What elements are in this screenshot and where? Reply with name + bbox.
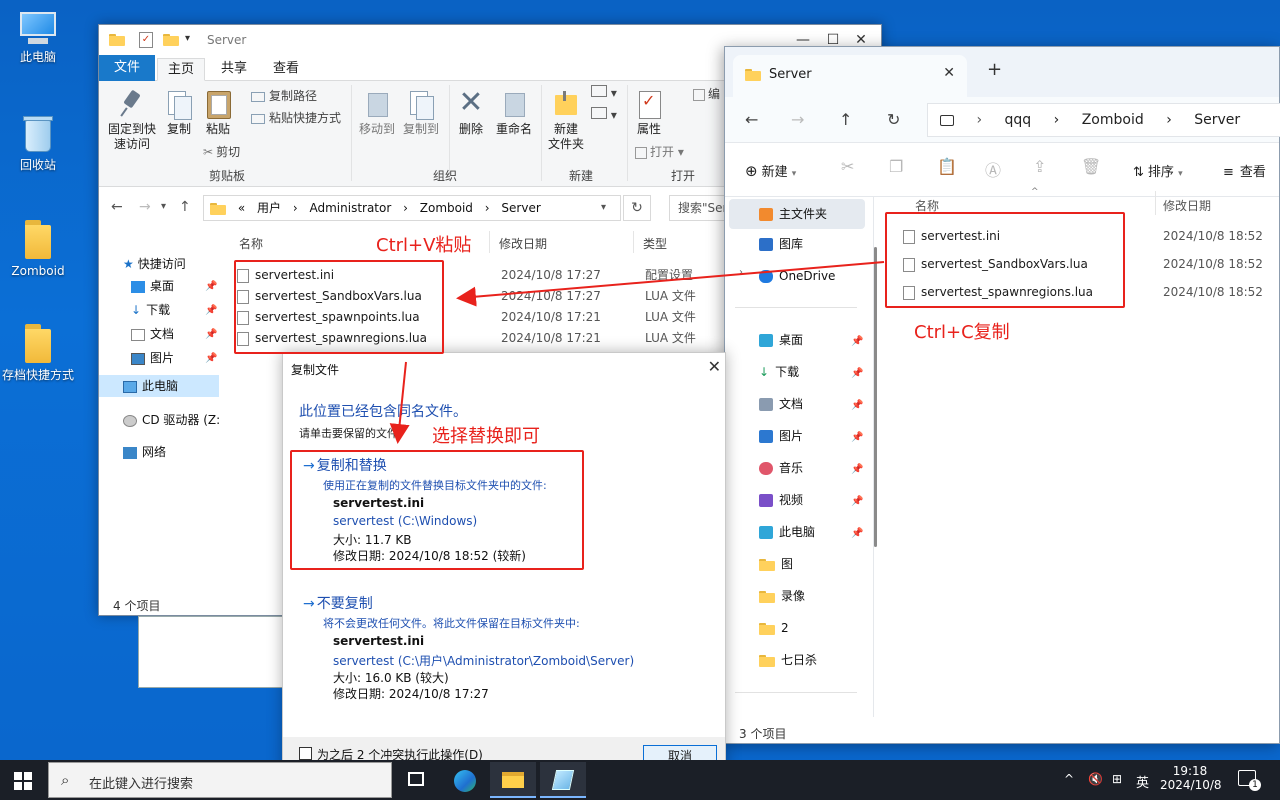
search-placeholder: 在此键入进行搜索 <box>89 777 194 792</box>
clock-time: 19:18 <box>1172 764 1208 778</box>
file-explorer-button[interactable] <box>490 762 536 798</box>
notification-icon: 1 <box>1238 770 1261 791</box>
speaker-muted-icon[interactable]: 🔇 <box>1088 772 1103 800</box>
edge-button[interactable] <box>442 762 488 798</box>
task-view-button[interactable] <box>394 762 440 798</box>
notification-count: 1 <box>1249 779 1261 791</box>
edge-icon <box>454 770 476 792</box>
arrow-copy-to-paste <box>456 261 885 307</box>
input-method-indicator[interactable]: 英 <box>1136 772 1149 800</box>
taskbar: ⌕ 在此键入进行搜索 ^ 🔇 ⊞ 英 19:18 2024/10/8 1 <box>0 760 1280 800</box>
search-icon: ⌕ <box>61 771 70 789</box>
start-button[interactable] <box>14 772 32 790</box>
clock[interactable]: 19:18 2024/10/8 <box>1160 764 1222 800</box>
file-explorer-icon <box>502 772 524 788</box>
notification-center-button[interactable]: 1 <box>1238 770 1261 800</box>
notepad-button[interactable] <box>540 762 586 798</box>
clock-date: 2024/10/8 <box>1160 778 1222 792</box>
show-hidden-icons-button[interactable]: ^ <box>1064 772 1074 800</box>
annotation-arrows <box>389 261 885 444</box>
windows-logo-icon <box>14 772 22 780</box>
network-icon[interactable]: ⊞ <box>1112 772 1122 800</box>
task-view-icon <box>408 772 424 786</box>
notepad-icon <box>551 770 575 790</box>
taskbar-search[interactable]: ⌕ 在此键入进行搜索 <box>48 762 392 798</box>
arrow-to-replace <box>389 361 410 444</box>
